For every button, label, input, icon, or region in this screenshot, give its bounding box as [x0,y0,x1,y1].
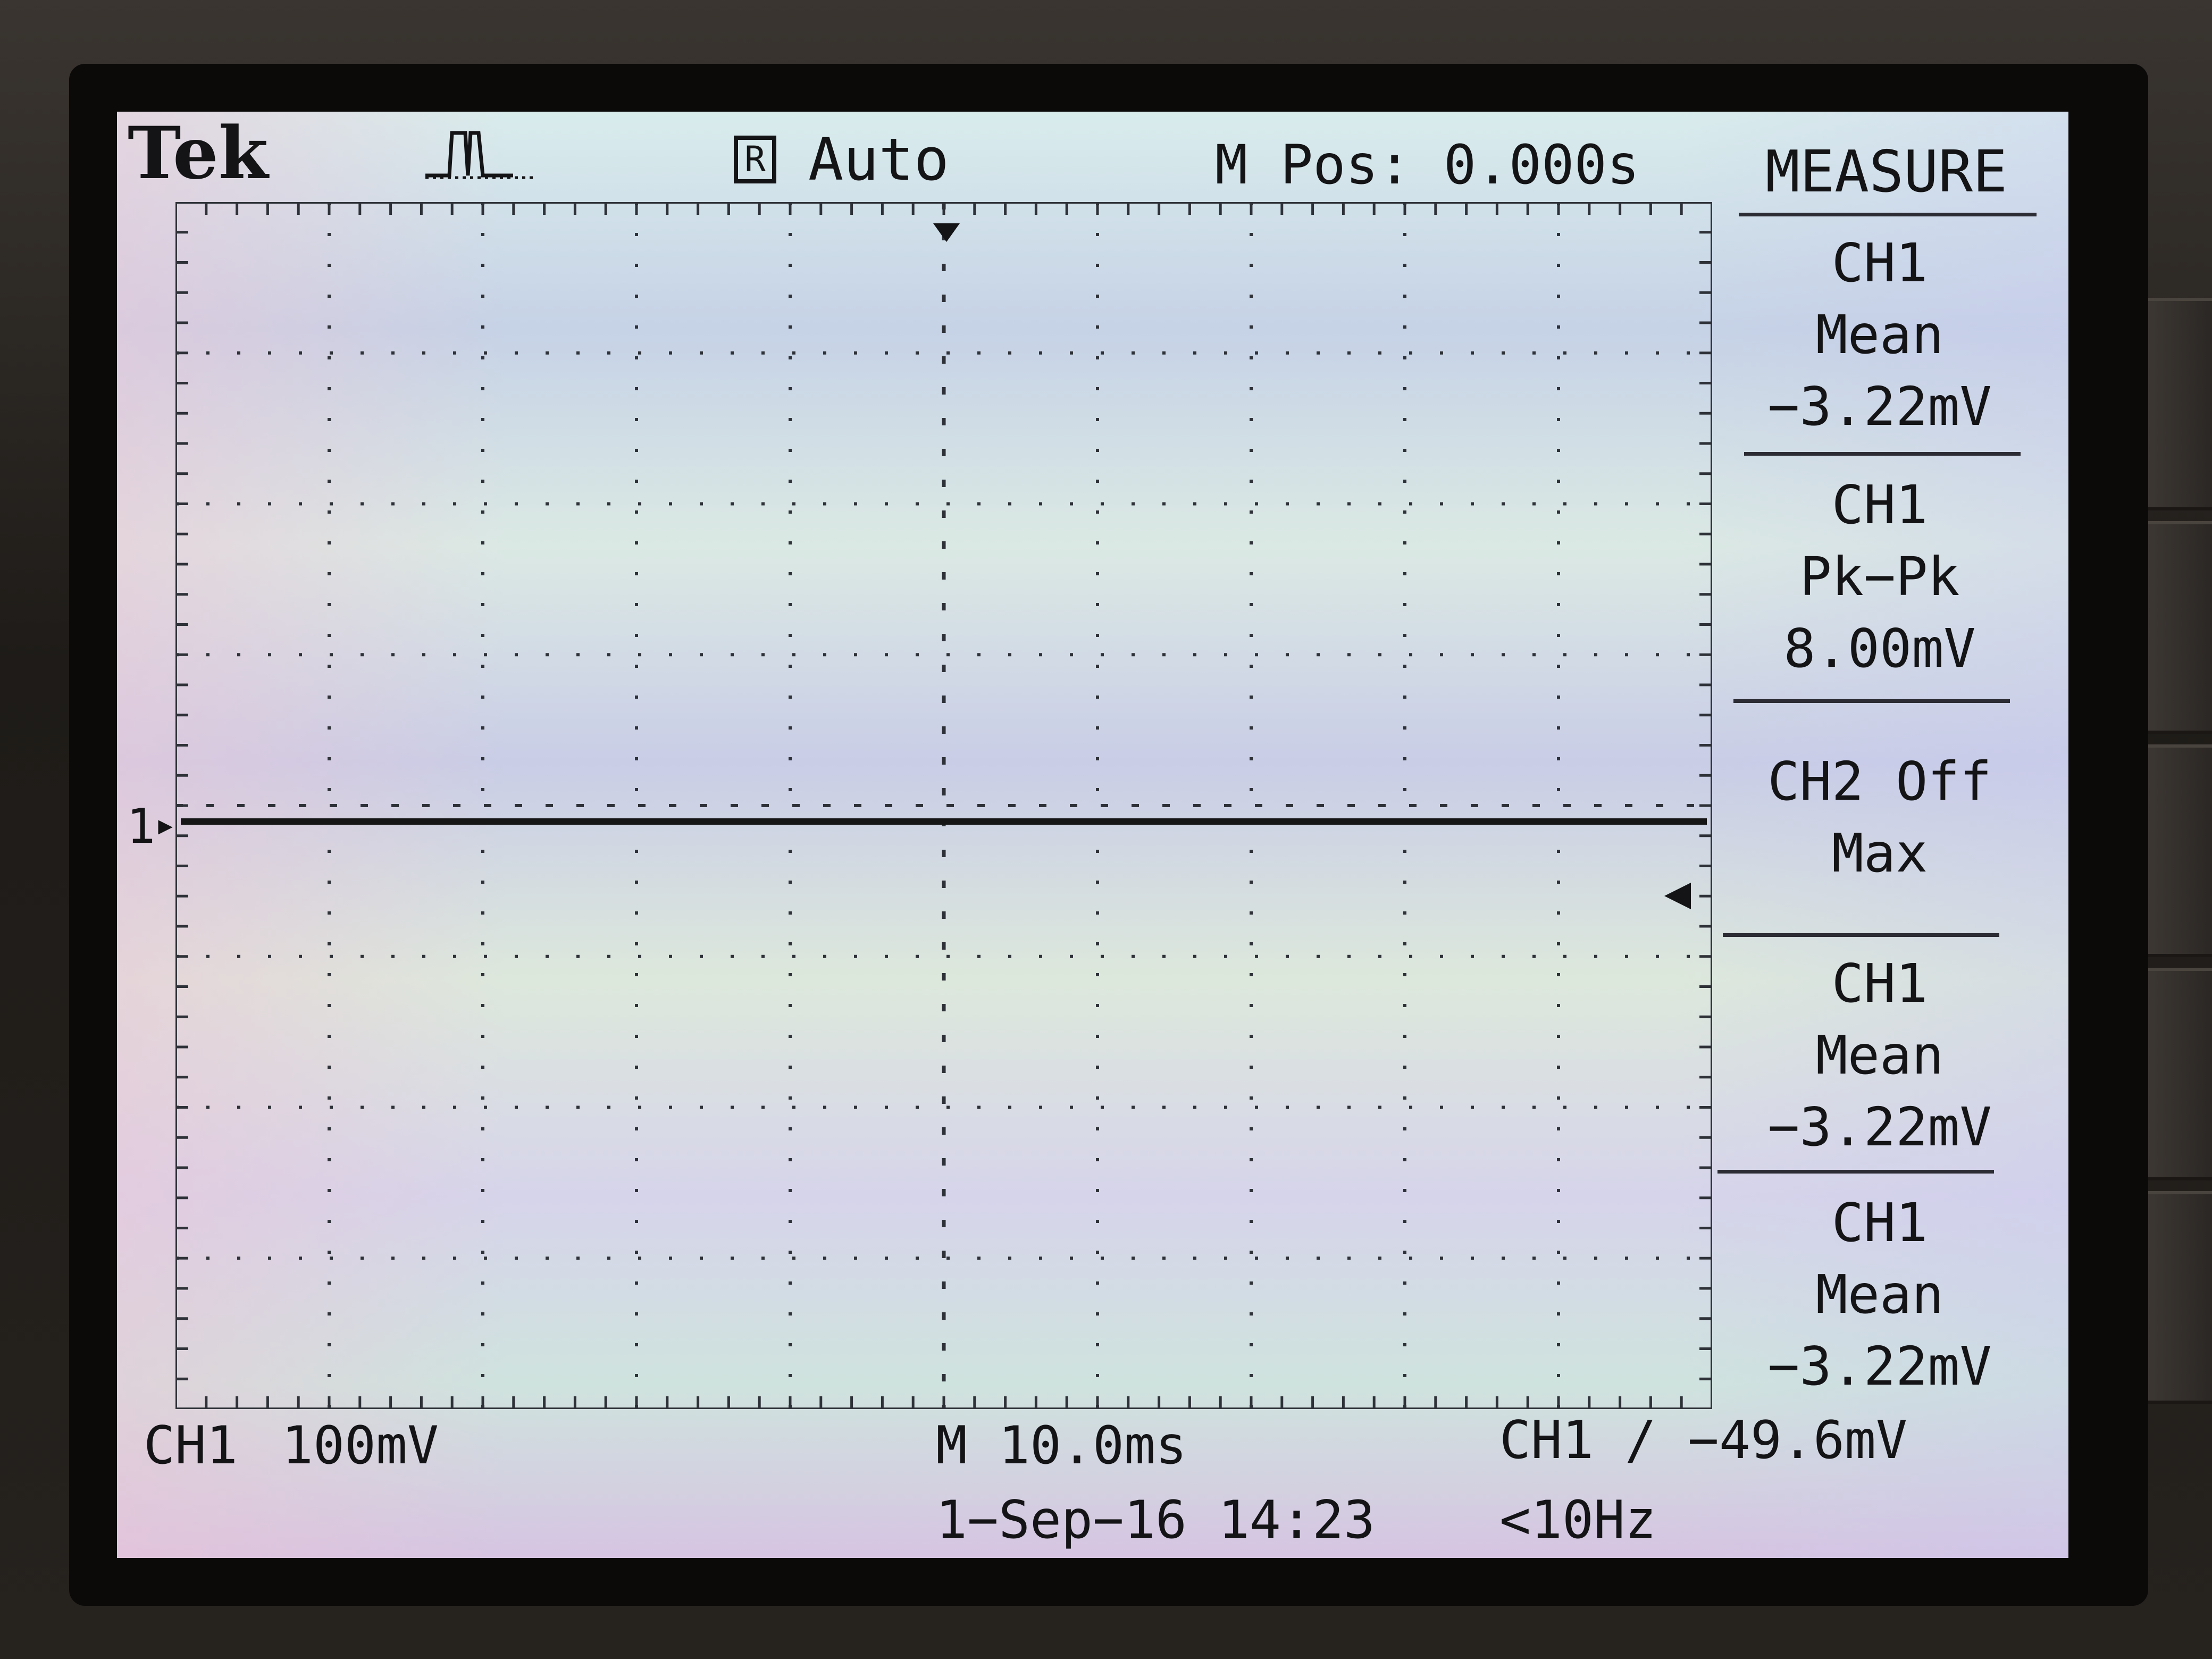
menu-separator [1717,1170,1994,1174]
timebase-readout: M 10.0ms [936,1415,1187,1476]
ch1-vertical-scale: 100mV [282,1415,439,1476]
grid-lines [175,202,1712,1409]
menu-separator [1744,452,2021,456]
menu-separator [1723,933,1999,937]
ch1-label: CH1 [144,1415,238,1476]
waveform-pulse-icon [425,131,537,179]
side-button-5[interactable] [2148,1191,2212,1404]
side-button-3[interactable] [2148,744,2212,957]
measure-4-source[interactable]: CH1 [1707,957,2052,1010]
measure-5-source[interactable]: CH1 [1707,1196,2052,1250]
graticule-ticks [175,202,1712,1409]
trigger-readout: CH1 ∕ −49.6mV [1499,1410,1908,1471]
side-button-1[interactable] [2148,298,2212,510]
trigger-position-marker-icon [933,223,960,242]
measure-3-source[interactable]: CH2 Off [1707,755,2052,808]
brand-logo: Tek [128,112,269,195]
measure-3-type[interactable]: Max [1707,827,2052,880]
measure-5-value: −3.22mV [1767,1335,1992,1397]
graticule-border [175,202,1712,1409]
ch1-ground-marker: 1 [127,799,156,854]
measure-1-value: −3.22mV [1767,375,1992,438]
side-button-4[interactable] [2148,968,2212,1180]
measure-2-value: 8.00mV [1783,617,1976,680]
side-button-2[interactable] [2148,521,2212,734]
horizontal-position: M Pos: 0.000s [1215,133,1640,197]
graticule [175,202,1712,1409]
menu-title: MEASURE [1765,139,2008,205]
trigger-level-marker-icon [1664,883,1691,909]
trigger-frequency: <10Hz [1499,1490,1657,1551]
measure-5-type[interactable]: Mean [1707,1268,2052,1321]
measure-2-type[interactable]: Pk−Pk [1707,550,2052,604]
measure-4-type[interactable]: Mean [1707,1029,2052,1082]
measure-1-type[interactable]: Mean [1707,308,2052,362]
measure-2-source[interactable]: CH1 [1707,479,2052,532]
ch1-ground-arrow-icon: ▸ [154,802,177,846]
menu-separator [1733,699,2010,703]
date-time: 1−Sep−16 14:23 [936,1490,1376,1551]
lcd-screen: Tek R Auto M Pos: 0.000s MEASURE 1 ▸ CH1… [117,112,2068,1558]
measure-4-value: −3.22mV [1767,1096,1992,1158]
run-indicator: R [734,136,776,183]
menu-side-buttons [2148,298,2212,1404]
measure-1-source[interactable]: CH1 [1707,237,2052,290]
trigger-status: Auto [808,125,949,194]
menu-separator [1739,213,2037,216]
